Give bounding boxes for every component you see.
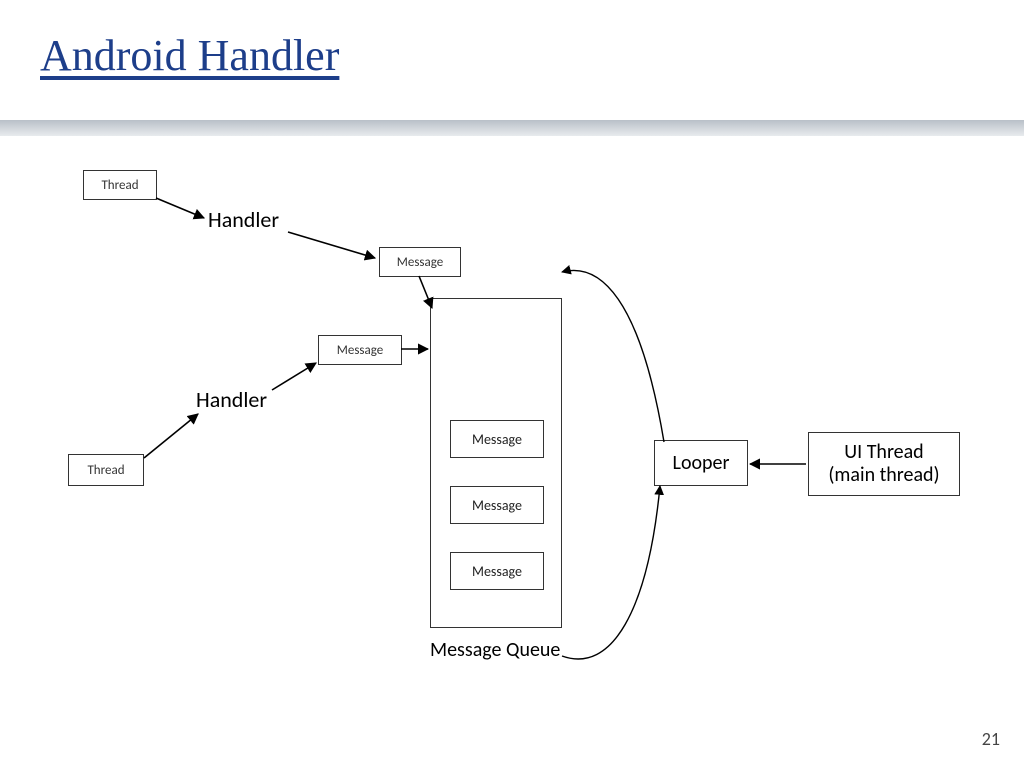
ui-thread-line2: (main thread) [828, 464, 939, 487]
message-q3: Message [450, 552, 544, 590]
title-divider [0, 120, 1024, 136]
ui-thread-line1: UI Thread [844, 441, 923, 464]
handler-label-2: Handler [196, 386, 267, 413]
arrow-handler1-message [288, 232, 375, 258]
page-number: 21 [982, 728, 1000, 750]
arrow-thread2-handler2 [144, 414, 198, 458]
handler-label-1: Handler [208, 206, 279, 233]
arrow-looper-top-arc [562, 270, 664, 442]
message-box-left: Message [318, 335, 402, 365]
arrow-handler2-message [272, 363, 316, 390]
looper-box: Looper [654, 440, 748, 486]
slide-title: Android Handler [40, 30, 339, 81]
message-q2: Message [450, 486, 544, 524]
thread-box-1: Thread [83, 170, 157, 200]
arrow-thread1-handler1 [156, 198, 204, 218]
ui-thread-box: UI Thread (main thread) [808, 432, 960, 496]
message-q1: Message [450, 420, 544, 458]
message-queue-label: Message Queue [430, 638, 560, 662]
slide: Android Handler Thread Handler Message M… [0, 0, 1024, 768]
thread-box-2: Thread [68, 454, 144, 486]
arrow-looper-bottom-arc [562, 486, 660, 659]
message-box-top: Message [379, 247, 461, 277]
